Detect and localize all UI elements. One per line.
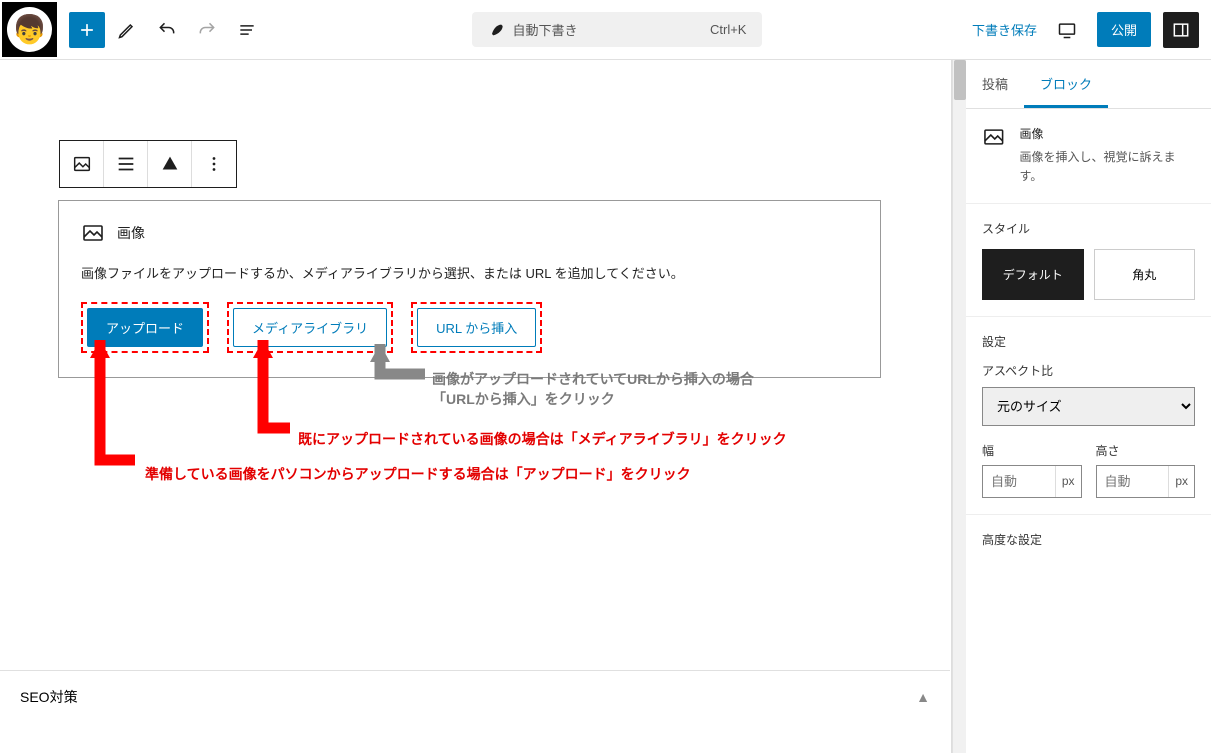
canvas-scrollbar[interactable] [952, 60, 966, 753]
annotation-media-text: 既にアップロードされている画像の場合は「メディアライブラリ」をクリック [298, 429, 787, 449]
edit-mode-button[interactable] [109, 12, 145, 48]
block-toolbar [59, 140, 237, 188]
align-button[interactable] [104, 141, 148, 187]
tab-post[interactable]: 投稿 [966, 60, 1024, 108]
width-input[interactable] [983, 466, 1055, 497]
pencil-icon [117, 20, 137, 40]
list-icon [237, 20, 257, 40]
annotation-upload-text: 準備している画像をパソコンからアップロードする場合は「アップロード」をクリック [145, 464, 691, 484]
block-info-title: 画像 [1020, 125, 1195, 144]
caption-icon [159, 153, 181, 175]
editor-canvas[interactable]: 画像 画像ファイルをアップロードするか、メディアライブラリから選択、または UR… [0, 60, 952, 753]
plus-icon [77, 20, 97, 40]
insert-from-url-button[interactable]: URL から挿入 [417, 308, 536, 347]
annotation-url-text: 画像がアップロードされていてURLから挿入の場合 「URLから挿入」をクリック [432, 369, 754, 409]
settings-sidebar: 投稿 ブロック 画像 画像を挿入し、視覚に訴えます。 スタイル デフォルト 角丸… [966, 60, 1211, 753]
doc-status-text: 自動下書き [512, 20, 577, 39]
caret-up-icon: ▲ [916, 689, 930, 705]
style-section-label: スタイル [982, 220, 1195, 237]
seo-panel-footer[interactable]: SEO対策 ▲ [0, 670, 950, 723]
add-block-button[interactable] [69, 12, 105, 48]
height-unit[interactable]: px [1168, 466, 1194, 497]
seo-label: SEO対策 [20, 687, 78, 707]
aspect-ratio-select[interactable]: 元のサイズ [982, 387, 1195, 426]
annotation-arrow-upload [85, 340, 145, 480]
block-info-description: 画像を挿入し、視覚に訴えます。 [1020, 148, 1195, 186]
width-unit[interactable]: px [1055, 466, 1081, 497]
width-label: 幅 [982, 442, 1082, 459]
undo-button[interactable] [149, 12, 185, 48]
redo-button[interactable] [189, 12, 225, 48]
image-block-description: 画像ファイルをアップロードするか、メディアライブラリから選択、または URL を… [81, 263, 858, 282]
document-overview-button[interactable] [229, 12, 265, 48]
undo-icon [157, 20, 177, 40]
save-draft-link[interactable]: 下書き保存 [972, 20, 1037, 39]
annotation-arrow-media [248, 340, 298, 445]
preview-button[interactable] [1049, 12, 1085, 48]
align-icon [115, 153, 137, 175]
image-block-title: 画像 [117, 223, 145, 243]
height-input[interactable] [1097, 466, 1169, 497]
site-avatar[interactable]: 👦 [2, 2, 57, 57]
doc-shortcut: Ctrl+K [710, 22, 746, 37]
scrollbar-thumb[interactable] [954, 60, 966, 100]
publish-button[interactable]: 公開 [1097, 12, 1151, 47]
sidebar-tabs: 投稿 ブロック [966, 60, 1211, 109]
image-icon [982, 125, 1006, 149]
annotation-arrow-url [365, 344, 435, 399]
caption-button[interactable] [148, 141, 192, 187]
kebab-icon [203, 153, 225, 175]
more-options-button[interactable] [192, 141, 236, 187]
style-rounded-button[interactable]: 角丸 [1094, 249, 1196, 300]
desktop-icon [1057, 20, 1077, 40]
redo-icon [197, 20, 217, 40]
sidebar-icon [1171, 20, 1191, 40]
feather-icon [488, 22, 504, 38]
image-icon [71, 153, 93, 175]
style-default-button[interactable]: デフォルト [982, 249, 1084, 300]
advanced-settings-toggle[interactable]: 高度な設定 [966, 515, 1211, 564]
settings-section-label: 設定 [982, 333, 1195, 350]
tab-block[interactable]: ブロック [1024, 60, 1108, 108]
aspect-ratio-label: アスペクト比 [982, 362, 1195, 379]
settings-panel-toggle[interactable] [1163, 12, 1199, 48]
document-status-bar[interactable]: 自動下書き Ctrl+K [472, 12, 762, 47]
block-type-button[interactable] [60, 141, 104, 187]
image-block-placeholder: 画像 画像ファイルをアップロードするか、メディアライブラリから選択、または UR… [58, 200, 881, 378]
top-toolbar: 👦 自動下書き Ctrl+K 下書き保存 公開 [0, 0, 1211, 60]
height-label: 高さ [1096, 442, 1196, 459]
image-icon [81, 221, 105, 245]
